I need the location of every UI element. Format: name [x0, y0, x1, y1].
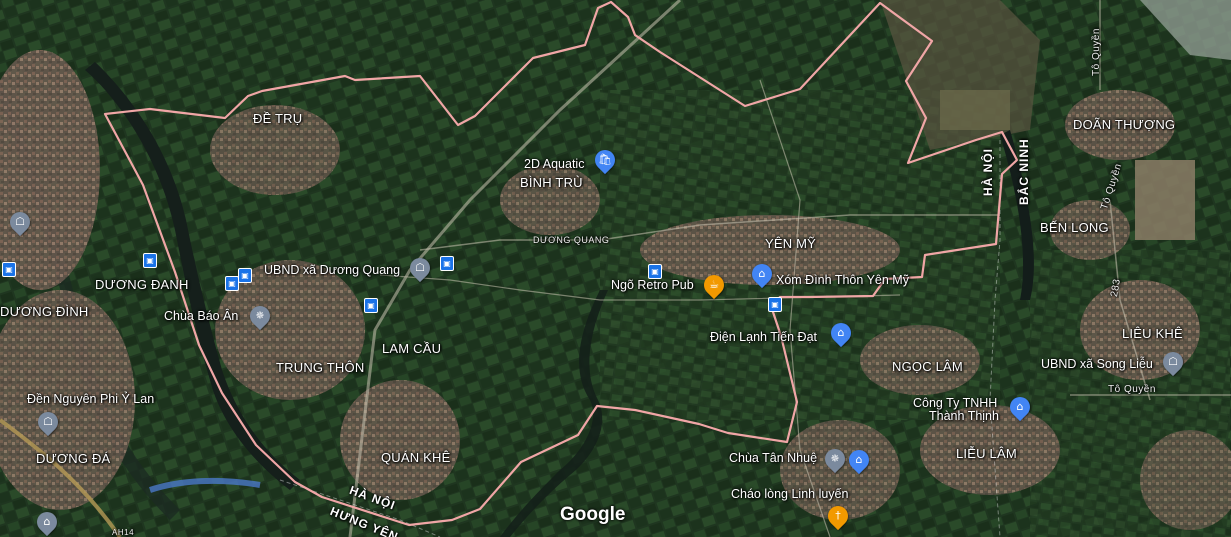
shopping-bag-pin-icon[interactable]: ⌂ — [747, 259, 777, 289]
place-label-ben-long: BẾN LONG — [1040, 220, 1109, 235]
restaurant-pin-icon[interactable]: † — [823, 501, 853, 531]
place-label-yen-my: YÊN MỸ — [765, 236, 817, 251]
place-label-quan-khe: QUÁN KHÊ — [381, 450, 451, 465]
place-label-duong-danh: DƯƠNG ĐANH — [95, 277, 189, 292]
poi-label-2d-aquatic[interactable]: 2D Aquatic — [524, 158, 584, 171]
shopping-bag-pin-icon[interactable]: ⌂ — [1005, 392, 1035, 422]
place-label-de-tru: ĐỀ TRỤ — [253, 111, 303, 126]
satellite-imagery — [0, 0, 1231, 537]
bus-stop-icon[interactable]: ▣ — [648, 264, 662, 279]
road-label-duong-quang: DƯƠNG QUANG — [533, 235, 610, 245]
bus-stop-icon[interactable]: ▣ — [2, 262, 16, 277]
google-logo: Google — [560, 504, 626, 525]
poi-label-chua-bao-an[interactable]: Chùa Báo Ân — [164, 310, 238, 323]
government-building-pin-icon[interactable]: ☖ — [405, 253, 435, 283]
place-label-duong-dinh: DƯƠNG ĐÌNH — [0, 304, 89, 319]
place-label-lieu-lam: LIỄU LÂM — [956, 446, 1017, 461]
poi-label-chua-tan-nhue[interactable]: Chùa Tân Nhuệ — [729, 452, 817, 465]
bus-stop-icon[interactable]: ▣ — [143, 253, 157, 268]
poi-label-thanh-thinh[interactable]: Thành Thịnh — [929, 410, 999, 423]
place-label-lam-cau: LAM CẦU — [382, 341, 442, 356]
government-building-pin-icon[interactable]: ☖ — [33, 407, 63, 437]
place-label-binh-tru: BÌNH TRÙ — [520, 175, 583, 190]
shopping-bag-pin-icon[interactable]: 🛍︎ — [590, 145, 620, 175]
satellite-map[interactable]: ĐỀ TRỤ DOÃN THƯỢNG BÌNH TRÙ YÊN MỸ BẾN L… — [0, 0, 1231, 537]
place-label-duong-da: DƯƠNG ĐÁ — [36, 451, 111, 466]
road-label-to-quyen-bottom: Tô Quyền — [1108, 384, 1156, 395]
bus-stop-icon[interactable]: ▣ — [225, 276, 239, 291]
admin-label-bac-ninh: BẮC NINH — [1017, 138, 1031, 205]
bus-stop-icon[interactable]: ▣ — [238, 268, 252, 283]
place-label-ngoc-lam: NGỌC LÂM — [892, 359, 963, 374]
temple-pin-icon[interactable]: ✵ — [820, 444, 850, 474]
school-pin-icon[interactable]: ⌂ — [32, 507, 62, 537]
poi-label-ngo-retro-pub[interactable]: Ngõ Retro Pub — [611, 279, 694, 292]
bus-stop-icon[interactable]: ▣ — [364, 298, 378, 313]
place-label-trung-thon: TRUNG THÔN — [276, 360, 365, 375]
poi-label-chao-long[interactable]: Cháo lòng Linh luyến — [731, 488, 848, 501]
admin-label-ha-noi-right: HÀ NỘI — [981, 148, 995, 196]
temple-pin-icon[interactable]: ✵ — [245, 301, 275, 331]
road-label-ah14: AH14 — [112, 528, 135, 537]
government-building-pin-icon[interactable]: ☖ — [5, 207, 35, 237]
poi-label-ubnd-duong-quang[interactable]: UBND xã Dương Quang — [264, 264, 400, 277]
place-label-doan-thuong: DOÃN THƯỢNG — [1073, 117, 1176, 132]
road-label-to-quyen-top: Tô Quyền — [1091, 28, 1102, 76]
poi-label-dien-lanh[interactable]: Điện Lạnh Tiến Đạt — [710, 331, 817, 344]
poi-label-ubnd-song-lieu[interactable]: UBND xã Song Liễu — [1041, 358, 1153, 371]
bar-pin-icon[interactable]: ☕ — [699, 270, 729, 300]
poi-label-den-nguyen-phi[interactable]: Đền Nguyên Phi Ỷ Lan — [27, 393, 154, 406]
shopping-bag-pin-icon[interactable]: ⌂ — [826, 318, 856, 348]
poi-label-xom-dinh[interactable]: Xóm Đình Thôn Yên Mỹ — [776, 274, 909, 287]
shopping-bag-pin-icon[interactable]: ⌂ — [844, 445, 874, 475]
bus-stop-icon[interactable]: ▣ — [440, 256, 454, 271]
bus-stop-icon[interactable]: ▣ — [768, 297, 782, 312]
government-building-pin-icon[interactable]: ☖ — [1158, 347, 1188, 377]
place-label-lieu-khe: LIÊU KHÊ — [1122, 326, 1183, 341]
poi-label-cong-ty[interactable]: Công Ty TNHH — [913, 397, 997, 410]
